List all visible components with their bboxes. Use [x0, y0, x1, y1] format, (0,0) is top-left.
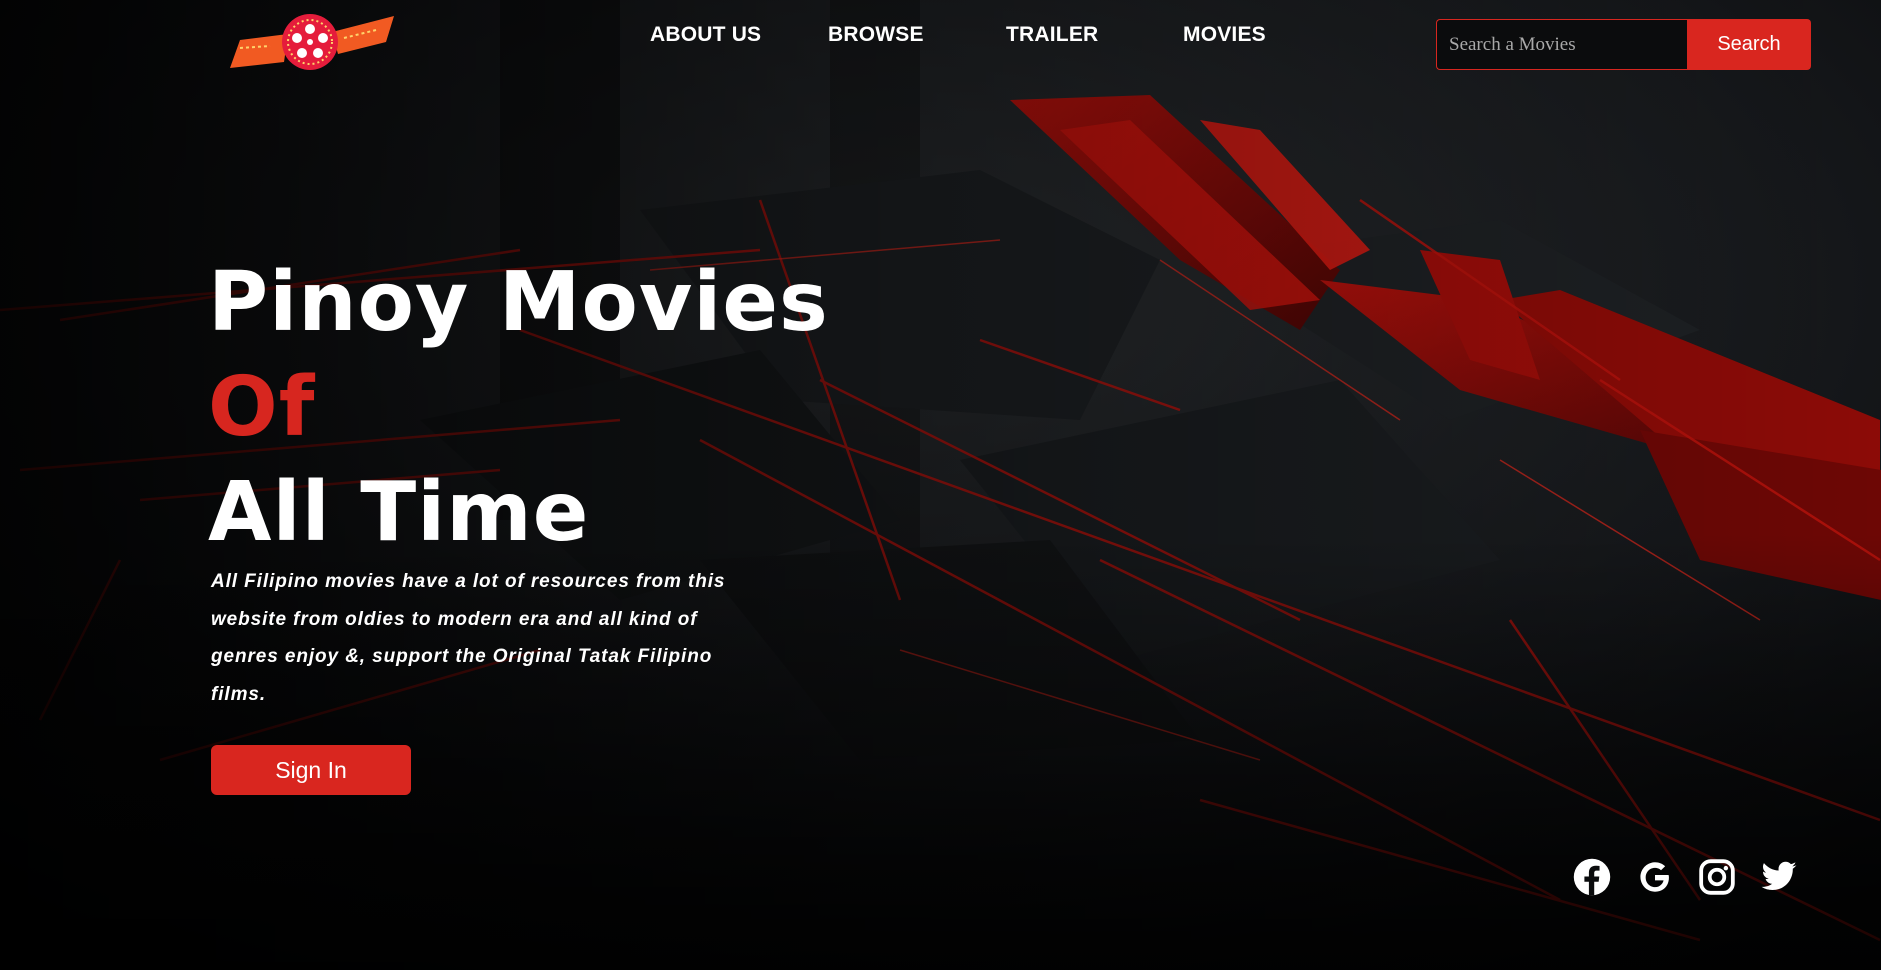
sign-in-button[interactable]: Sign In	[211, 745, 411, 795]
hero-title-line-3: All Time	[208, 465, 590, 560]
search-bar: Search	[1436, 19, 1811, 70]
logo-ribbon-left	[230, 34, 288, 68]
twitter-icon[interactable]	[1760, 858, 1798, 896]
instagram-icon[interactable]	[1698, 858, 1736, 896]
hero-title: Pinoy Movies Of All Time	[208, 250, 829, 565]
site-logo[interactable]	[226, 12, 394, 72]
search-button[interactable]: Search	[1687, 19, 1811, 70]
hero-title-line-1: Pinoy Movies	[208, 255, 829, 350]
hero-description: All Filipino movies have a lot of resour…	[211, 571, 726, 705]
facebook-icon[interactable]	[1573, 858, 1611, 896]
nav-trailer[interactable]: TRAILER	[1006, 23, 1098, 47]
nav-movies[interactable]: MOVIES	[1183, 23, 1266, 47]
hero-title-line-2: Of	[208, 360, 316, 455]
logo-ribbon-right	[332, 16, 394, 54]
nav-about-us[interactable]: ABOUT US	[650, 23, 761, 47]
search-input[interactable]	[1436, 19, 1687, 70]
nav-browse[interactable]: BROWSE	[828, 23, 924, 47]
google-icon[interactable]	[1636, 858, 1674, 896]
